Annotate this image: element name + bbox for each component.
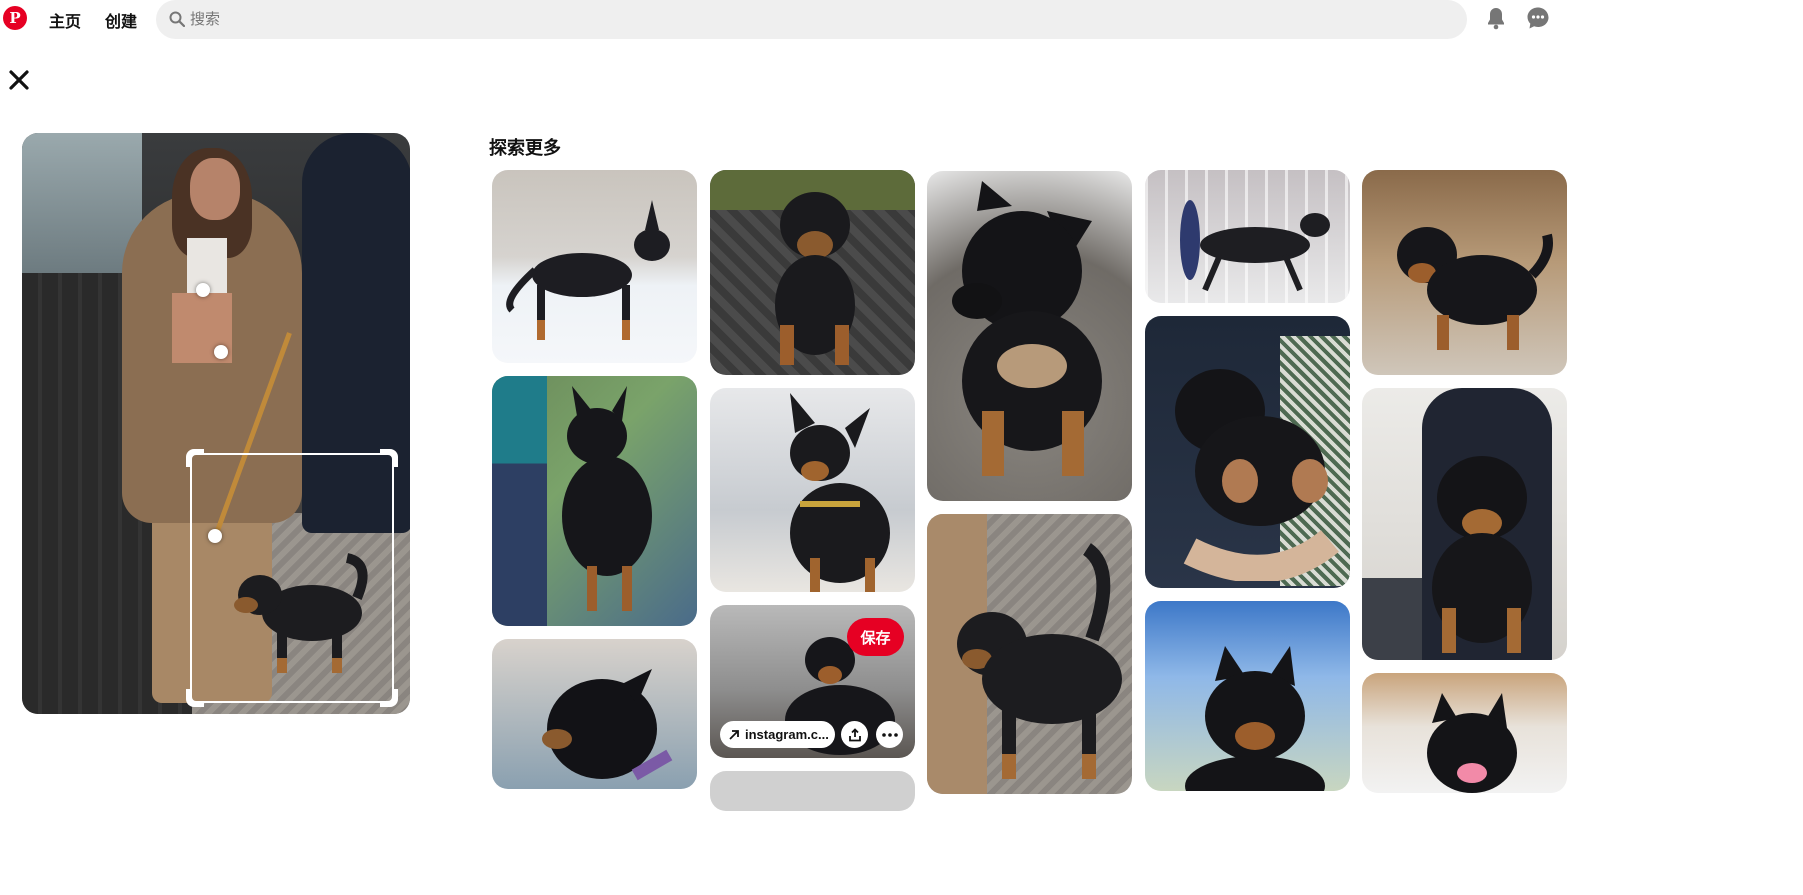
pin-card[interactable] [710, 388, 915, 592]
pin-card[interactable] [1362, 388, 1567, 660]
dog-figure [1397, 227, 1553, 350]
pin-card[interactable] [1362, 673, 1567, 793]
dog-figure [542, 669, 673, 781]
visual-search-dot[interactable] [208, 529, 222, 543]
explore-more-title: 探索更多 [489, 138, 561, 158]
dog-figure [1427, 693, 1517, 793]
pin-card[interactable] [492, 376, 697, 626]
crop-handle-bottom-left[interactable] [186, 689, 204, 707]
save-button[interactable]: 保存 [847, 618, 904, 656]
pin-card[interactable] [1145, 170, 1350, 303]
bell-icon[interactable] [1484, 6, 1508, 30]
dog-figure [562, 386, 652, 611]
pin-card[interactable] [1145, 316, 1350, 588]
dog-figure [1175, 369, 1339, 581]
woman-face [190, 158, 240, 220]
main-pin-image[interactable] [22, 133, 410, 714]
pin-card[interactable] [492, 170, 697, 363]
nav-create[interactable]: 创建 [105, 8, 137, 32]
dog-figure [1180, 200, 1330, 292]
top-nav: P 主页 创建 [0, 0, 1803, 40]
visual-search-crop-box[interactable] [186, 449, 398, 707]
visual-search-dot[interactable] [214, 345, 228, 359]
more-options-button[interactable] [876, 721, 903, 748]
search-bar[interactable] [156, 0, 1467, 39]
share-button[interactable] [841, 721, 868, 748]
pin-card[interactable] [927, 171, 1132, 501]
dog-figure [952, 181, 1102, 476]
nav-home[interactable]: 主页 [49, 8, 81, 32]
pin-card[interactable] [710, 771, 915, 811]
search-icon [169, 11, 185, 27]
pin-card[interactable] [927, 514, 1132, 794]
pin-card[interactable] [710, 170, 915, 375]
dog-figure [506, 200, 670, 340]
source-link-text: instagram.c... [745, 727, 829, 742]
person-legs [492, 376, 547, 626]
pin-card[interactable] [1145, 601, 1350, 791]
close-icon[interactable] [6, 67, 32, 93]
share-icon [848, 727, 861, 741]
pin-card[interactable] [492, 639, 697, 789]
search-input[interactable] [190, 0, 1450, 39]
crop-handle-bottom-right[interactable] [380, 689, 398, 707]
chat-icon[interactable] [1526, 6, 1550, 30]
pin-card[interactable] [1362, 170, 1567, 375]
dog-figure [790, 393, 890, 592]
visual-search-dot[interactable] [196, 283, 210, 297]
arrow-link-icon [729, 729, 739, 740]
crop-handle-top-right[interactable] [380, 449, 398, 467]
dog-figure [775, 192, 855, 365]
dog-figure [1185, 646, 1325, 791]
source-link[interactable]: instagram.c... [720, 721, 835, 748]
crop-handle-top-left[interactable] [186, 449, 204, 467]
pinterest-logo-icon[interactable]: P [3, 6, 27, 30]
more-icon [881, 732, 898, 737]
dog-figure [957, 543, 1122, 779]
dog-figure [1432, 456, 1532, 653]
